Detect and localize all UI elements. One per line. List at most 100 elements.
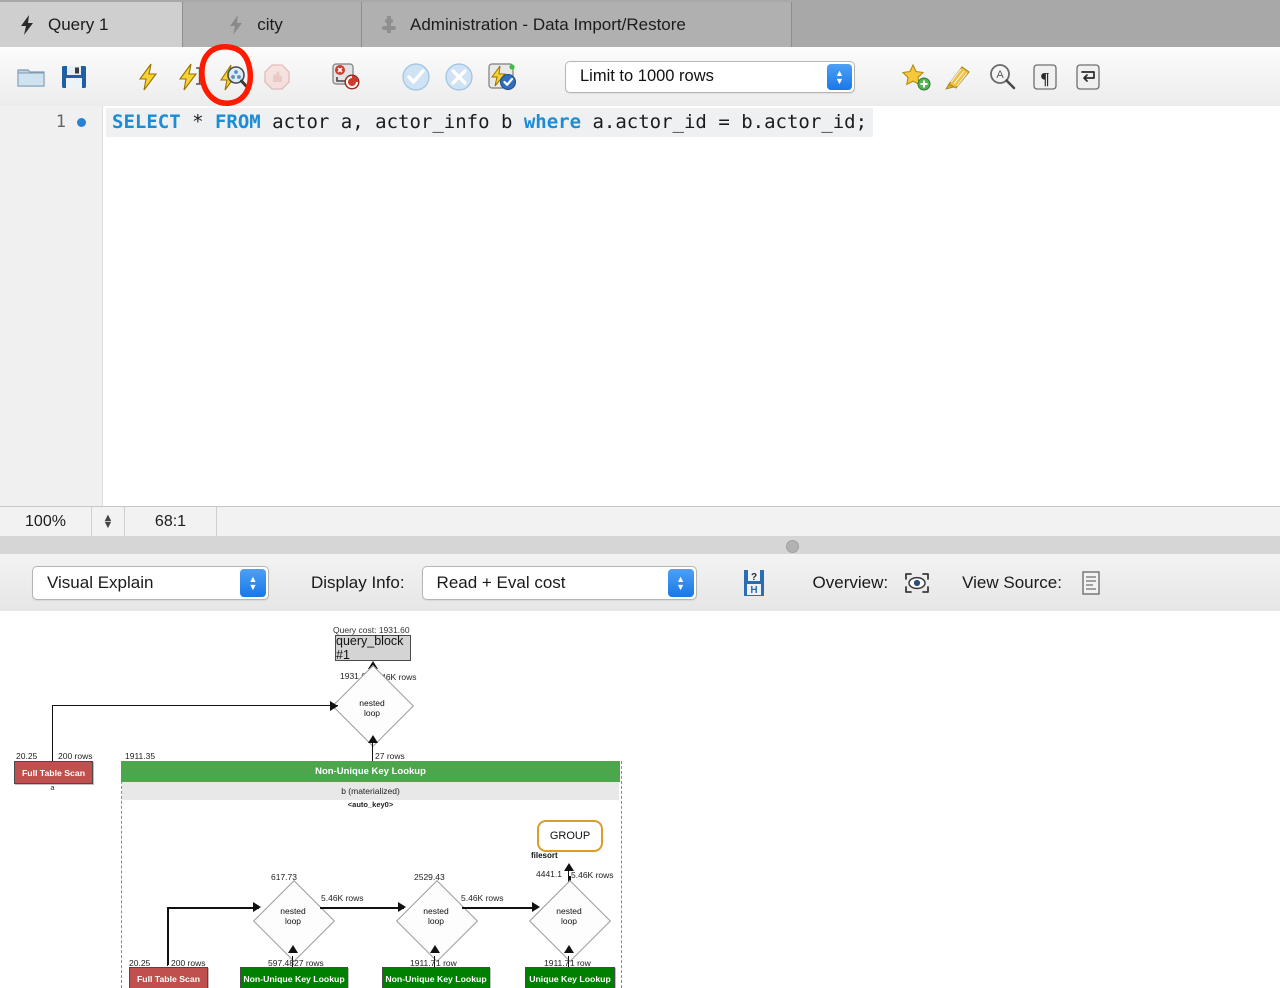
show-invisible-chars-icon[interactable]: ¶ bbox=[1028, 60, 1062, 94]
query-block-node[interactable]: query_block #1 bbox=[335, 634, 411, 662]
status-bar-filler bbox=[217, 507, 1277, 537]
toggle-stop-on-error-icon[interactable] bbox=[329, 60, 363, 94]
group-node[interactable]: GROUP bbox=[537, 820, 603, 852]
execute-current-statement-icon[interactable] bbox=[174, 60, 208, 94]
edge-cost: 617.73 bbox=[271, 872, 297, 882]
edge-tick bbox=[52, 744, 53, 754]
edge-arrow bbox=[330, 701, 338, 711]
auto-commit-icon[interactable] bbox=[485, 60, 519, 94]
lightning-icon bbox=[21, 14, 33, 35]
save-icon[interactable] bbox=[57, 60, 91, 94]
display-info-value: Read + Eval cost bbox=[436, 572, 566, 592]
save-explain-icon[interactable]: ? H bbox=[737, 566, 771, 600]
limit-rows-value: Limit to 1000 rows bbox=[580, 67, 714, 85]
display-info-label: Display Info: bbox=[311, 572, 405, 592]
statement-marker-icon[interactable] bbox=[77, 117, 86, 127]
materialized-subtitle: b (materialized) bbox=[122, 782, 619, 800]
table-alias-label: a bbox=[50, 783, 55, 792]
edge-line bbox=[52, 705, 338, 707]
wrap-lines-icon[interactable] bbox=[1071, 60, 1105, 94]
view-source-document-icon[interactable] bbox=[1074, 566, 1108, 600]
editor-line-1: 1 SELECT * FROM actor a, actor_info b wh… bbox=[0, 106, 1280, 138]
edge-tick bbox=[372, 751, 373, 761]
add-snippet-icon[interactable] bbox=[899, 60, 933, 94]
sql-statement[interactable]: SELECT * FROM actor a, actor_info b wher… bbox=[106, 107, 874, 137]
edge-tick bbox=[568, 869, 569, 879]
edge-line bbox=[462, 907, 537, 910]
edge-arrow bbox=[253, 902, 261, 912]
lightning-icon bbox=[230, 14, 243, 35]
editor-status-bar: 100% ▲ ▼ 68:1 bbox=[0, 506, 1280, 538]
nested-loop-label: nested loop bbox=[556, 906, 582, 926]
edge-arrow bbox=[564, 945, 574, 953]
zoom-stepper[interactable]: ▲ ▼ bbox=[92, 507, 125, 537]
edge-cost: 2529.43 bbox=[414, 872, 445, 882]
limit-rows-select[interactable]: Limit to 1000 rows ▲ ▼ bbox=[565, 60, 855, 93]
display-info-stepper[interactable]: ▲ ▼ bbox=[667, 568, 694, 597]
edge-arrow bbox=[398, 902, 406, 912]
svg-text:A: A bbox=[996, 69, 1004, 81]
find-icon[interactable]: A bbox=[985, 60, 1019, 94]
svg-text:?: ? bbox=[750, 572, 756, 583]
view-source-label: View Source: bbox=[962, 572, 1062, 592]
edge-arrow bbox=[288, 945, 298, 953]
edge-cost: 20.25 bbox=[16, 751, 38, 761]
cursor-position: 68:1 bbox=[125, 507, 217, 537]
tab-label: Query 1 bbox=[48, 14, 109, 34]
edge-rows: 5.46K rows bbox=[321, 893, 364, 903]
editor-gutter bbox=[0, 106, 103, 506]
execute-explain-icon[interactable] bbox=[217, 60, 251, 94]
limit-rows-stepper[interactable]: ▲ ▼ bbox=[827, 63, 852, 90]
nested-loop-label: nested loop bbox=[359, 698, 385, 718]
panel-splitter[interactable] bbox=[0, 536, 1280, 555]
materialized-key: <auto_key0> bbox=[347, 800, 394, 809]
result-view-value: Visual Explain bbox=[47, 572, 154, 592]
edge-tick bbox=[167, 956, 168, 966]
full-table-scan-node-a[interactable]: Full Table Scan bbox=[14, 761, 93, 784]
commit-icon bbox=[399, 60, 433, 94]
nested-loop-label: nested loop bbox=[423, 906, 449, 926]
svg-text:¶: ¶ bbox=[1040, 69, 1049, 88]
sql-editor-toolbar: Limit to 1000 rows ▲ ▼ A ¶ bbox=[0, 47, 1280, 107]
nested-loop-label: nested loop bbox=[280, 906, 306, 926]
tab-city[interactable]: city bbox=[183, 2, 362, 47]
editor-tab-bar: Query 1 city Administration - Data Impor… bbox=[0, 0, 1280, 47]
sql-editor-area[interactable]: 1 SELECT * FROM actor a, actor_info b wh… bbox=[0, 106, 1280, 506]
overview-label: Overview: bbox=[812, 572, 889, 592]
open-folder-icon[interactable] bbox=[14, 60, 48, 94]
result-view-select[interactable]: Visual Explain ▲ ▼ bbox=[32, 565, 269, 600]
rollback-icon bbox=[442, 60, 476, 94]
non-unique-key-lookup-node-2[interactable]: Non-Unique Key Lookup bbox=[382, 967, 490, 988]
tab-label: city bbox=[257, 14, 283, 34]
unique-key-lookup-node[interactable]: Unique Key Lookup bbox=[525, 967, 615, 988]
display-info-select[interactable]: Read + Eval cost ▲ ▼ bbox=[421, 565, 697, 600]
full-table-scan-node-bottom[interactable]: Full Table Scan bbox=[129, 967, 208, 988]
edge-arrow bbox=[532, 902, 540, 912]
beautify-sql-icon[interactable] bbox=[942, 60, 976, 94]
edge-line bbox=[320, 907, 404, 910]
tab-query-1[interactable]: Query 1 bbox=[0, 2, 183, 47]
edge-cost: 4441.1 bbox=[536, 869, 562, 879]
execute-icon[interactable] bbox=[131, 60, 165, 94]
result-view-stepper[interactable]: ▲ ▼ bbox=[240, 568, 266, 597]
svg-text:H: H bbox=[750, 585, 757, 596]
edge-rows: 5.46K rows bbox=[571, 870, 614, 880]
non-unique-key-lookup-node-1[interactable]: Non-Unique Key Lookup bbox=[240, 967, 348, 988]
edge-rows: 5.46K rows bbox=[461, 893, 504, 903]
edge-cost: 1911.35 bbox=[125, 751, 156, 761]
visual-explain-canvas[interactable]: Query cost: 1931.60 query_block #1 1931.… bbox=[0, 611, 1280, 988]
tab-administration[interactable]: Administration - Data Import/Restore bbox=[362, 2, 792, 47]
filesort-label: filesort bbox=[531, 851, 558, 860]
tab-label: Administration - Data Import/Restore bbox=[410, 14, 686, 34]
puzzle-icon bbox=[382, 15, 396, 33]
edge-rows: 200 rows bbox=[58, 751, 93, 761]
edge-line bbox=[167, 907, 259, 910]
edge-rows: 27 rows bbox=[375, 751, 405, 761]
splitter-grip[interactable] bbox=[786, 540, 799, 553]
explain-toolbar: Visual Explain ▲ ▼ Display Info: Read + E… bbox=[0, 554, 1280, 612]
materialized-header[interactable]: Non-Unique Key Lookup bbox=[121, 761, 620, 782]
stop-icon bbox=[260, 60, 294, 94]
overview-eye-icon[interactable] bbox=[900, 566, 934, 600]
zoom-level: 100% bbox=[0, 507, 92, 537]
line-number: 1 bbox=[55, 112, 66, 132]
